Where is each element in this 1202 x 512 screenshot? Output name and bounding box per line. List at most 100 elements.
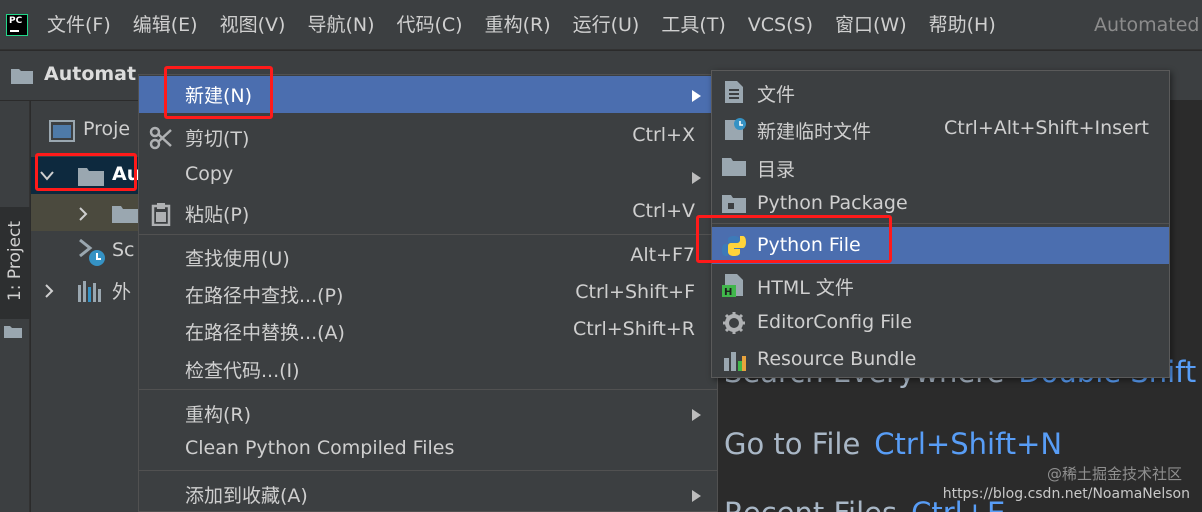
resource-bundle-icon: [724, 352, 746, 371]
menu-view[interactable]: 视图(V): [209, 0, 297, 50]
sub-editorconfig[interactable]: EditorConfig File: [712, 304, 1169, 341]
gear-icon: [723, 312, 745, 334]
tree-header-label: Proje: [83, 118, 131, 140]
scratches-icon: [79, 238, 105, 266]
ctx-cut[interactable]: 剪切(T) Ctrl+X: [139, 119, 717, 156]
welcome-goto-key: Ctrl+Shift+N: [874, 427, 1063, 461]
window-title: Automated: [1094, 14, 1200, 36]
pycharm-logo-icon: PC: [6, 13, 28, 36]
ctx-find-in-path[interactable]: 在路径中查找...(P) Ctrl+Shift+F: [139, 276, 717, 313]
sub-directory[interactable]: 目录: [712, 148, 1169, 185]
ctx-replace-in-path-shortcut: Ctrl+Shift+R: [572, 318, 695, 340]
ctx-refactor-label: 重构(R): [185, 404, 252, 426]
menu-run[interactable]: 运行(U): [562, 0, 651, 50]
ctx-inspect-code-label: 检查代码...(I): [185, 360, 300, 382]
ctx-add-to-favorites[interactable]: 添加到收藏(A): [139, 476, 717, 512]
clipboard-icon: [151, 203, 171, 226]
sub-html-file-label: HTML 文件: [757, 277, 854, 299]
ctx-find-in-path-label: 在路径中查找...(P): [185, 285, 344, 307]
tree-child-row[interactable]: [31, 194, 138, 231]
annotation-box-root: [35, 153, 137, 191]
logo-text: PC: [9, 15, 23, 26]
watermark-url: https://blog.csdn.net/NoamaNelson: [942, 486, 1190, 502]
breadcrumb-project[interactable]: Automat: [44, 63, 136, 85]
html-icon: H: [722, 274, 743, 297]
submenu-arrow-icon: [692, 172, 701, 184]
ctx-find-usages[interactable]: 查找使用(U) Alt+F7: [139, 239, 717, 276]
sub-file-label: 文件: [757, 84, 796, 106]
ctx-find-usages-shortcut: Alt+F7: [630, 244, 695, 266]
menu-separator: [139, 234, 717, 235]
tree-external-label: 外: [112, 281, 132, 303]
project-tool-tab-label: 1: Project: [5, 220, 25, 302]
sub-html-file[interactable]: H HTML 文件: [712, 266, 1169, 303]
project-tool-tab[interactable]: 1: Project: [0, 207, 30, 319]
menu-vcs[interactable]: VCS(S): [737, 0, 824, 50]
sub-editorconfig-label: EditorConfig File: [757, 311, 913, 333]
tree-scratches-label: Sc: [112, 239, 135, 261]
ctx-cut-label: 剪切(T): [185, 128, 250, 150]
sub-resource-bundle-label: Resource Bundle: [757, 348, 917, 370]
ctx-add-to-favorites-label: 添加到收藏(A): [185, 485, 308, 507]
menu-file[interactable]: 文件(F): [36, 0, 122, 50]
ctx-inspect-code[interactable]: 检查代码...(I): [139, 351, 717, 388]
sub-scratch-file-label: 新建临时文件: [757, 121, 872, 143]
file-icon: [725, 81, 743, 103]
folder-icon: [11, 69, 33, 84]
ctx-paste-label: 粘贴(P): [185, 204, 250, 226]
sub-resource-bundle[interactable]: Resource Bundle: [712, 341, 1169, 378]
chevron-right-icon[interactable]: [43, 283, 55, 299]
sub-file[interactable]: 文件: [712, 73, 1169, 110]
folder-icon: [4, 326, 22, 338]
ctx-copy[interactable]: Copy: [139, 158, 717, 195]
context-menu: 新建(N) 剪切(T) Ctrl+X Copy 粘贴(P) Ctrl+V 查找使…: [138, 74, 718, 512]
tree-scratches-row[interactable]: Sc: [31, 233, 138, 270]
library-icon: [78, 281, 101, 302]
folder-icon: [112, 206, 138, 223]
menu-refactor[interactable]: 重构(R): [474, 0, 562, 50]
ctx-replace-in-path[interactable]: 在路径中替换...(A) Ctrl+Shift+R: [139, 313, 717, 350]
menu-tools[interactable]: 工具(T): [650, 0, 736, 50]
scissors-icon: [149, 126, 172, 150]
sub-directory-label: 目录: [757, 159, 796, 181]
ctx-clean-compiled-label: Clean Python Compiled Files: [185, 437, 455, 459]
submenu-arrow-icon: [692, 90, 701, 102]
menu-code[interactable]: 代码(C): [385, 0, 473, 50]
ctx-paste-shortcut: Ctrl+V: [632, 200, 695, 222]
annotation-box-python-file: [696, 215, 892, 263]
chevron-right-icon[interactable]: [77, 206, 89, 222]
ctx-copy-label: Copy: [185, 163, 234, 185]
ctx-find-in-path-shortcut: Ctrl+Shift+F: [575, 281, 695, 303]
ctx-clean-compiled[interactable]: Clean Python Compiled Files: [139, 432, 717, 469]
ctx-cut-shortcut: Ctrl+X: [632, 124, 695, 146]
menu-edit[interactable]: 编辑(E): [122, 0, 209, 50]
menu-separator: [139, 389, 717, 390]
submenu-arrow-icon: [692, 409, 701, 421]
menu-help[interactable]: 帮助(H): [918, 0, 1007, 50]
sub-python-package-label: Python Package: [757, 192, 908, 214]
menu-separator: [139, 470, 717, 471]
welcome-recent-label: Recent Files: [724, 496, 897, 512]
project-view-icon: [49, 120, 75, 142]
sub-scratch-file-shortcut: Ctrl+Alt+Shift+Insert: [944, 117, 1149, 139]
menu-bar: PC 文件(F) 编辑(E) 视图(V) 导航(N) 代码(C) 重构(R) 运…: [0, 0, 1202, 50]
welcome-goto-label: Go to File: [724, 427, 861, 461]
annotation-box-new: [164, 66, 273, 119]
tree-header[interactable]: Proje: [31, 112, 138, 149]
menu-navigate[interactable]: 导航(N): [296, 0, 385, 50]
welcome-goto-hint: Go to File Ctrl+Shift+N: [724, 427, 1062, 461]
sub-scratch-file[interactable]: 新建临时文件 Ctrl+Alt+Shift+Insert: [712, 110, 1169, 147]
svg-text:H: H: [724, 287, 732, 297]
scratch-file-icon: [725, 118, 746, 140]
package-icon: [722, 195, 746, 213]
ctx-refactor[interactable]: 重构(R): [139, 395, 717, 432]
left-tool-strip: 1: Project: [0, 101, 30, 512]
menu-window[interactable]: 窗口(W): [824, 0, 918, 50]
folder-icon: [722, 158, 746, 176]
tree-external-row[interactable]: 外: [31, 271, 138, 308]
ctx-paste[interactable]: 粘贴(P) Ctrl+V: [139, 195, 717, 232]
submenu-arrow-icon: [692, 490, 701, 502]
ctx-replace-in-path-label: 在路径中替换...(A): [185, 322, 345, 344]
watermark-site: @稀土掘金技术社区: [1046, 465, 1182, 483]
ctx-find-usages-label: 查找使用(U): [185, 248, 290, 270]
